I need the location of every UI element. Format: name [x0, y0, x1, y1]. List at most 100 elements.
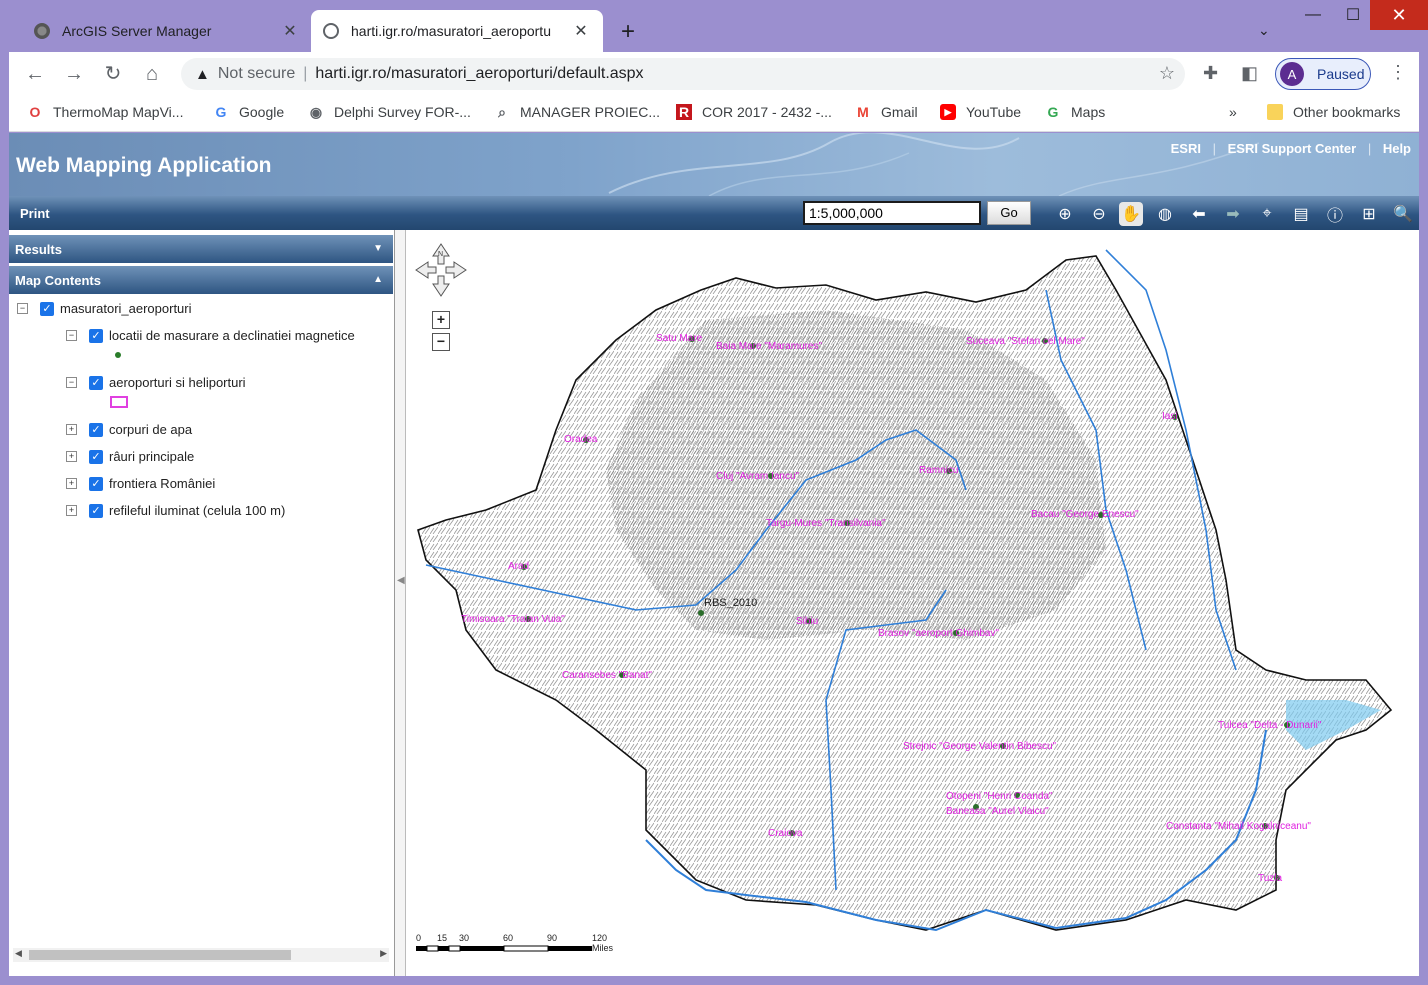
profile-button[interactable]: A Paused	[1275, 58, 1371, 90]
chevron-down-icon[interactable]: ▼	[373, 243, 383, 254]
scale-bar-graphic	[416, 945, 592, 952]
pan-hand-icon[interactable]: ✋	[1119, 202, 1143, 226]
menu-icon[interactable]: ⋮	[1389, 62, 1407, 83]
zoom-out-icon[interactable]: ⊖	[1087, 202, 1111, 226]
close-tab-icon[interactable]: ✕	[569, 21, 593, 41]
zoom-in-icon[interactable]: ⊕	[1053, 202, 1077, 226]
pan-control[interactable]: N	[414, 242, 468, 298]
bookmark-delphi[interactable]: ◉ Delphi Survey FOR-...	[308, 104, 471, 120]
help-link[interactable]: Help	[1383, 141, 1411, 156]
xy-locate-icon[interactable]: ⌖	[1255, 202, 1279, 226]
profile-status: Paused	[1317, 66, 1365, 82]
back-button[interactable]: ←	[23, 62, 47, 86]
globe-icon: ◉	[309, 104, 323, 120]
map-label: Tuzla	[1258, 873, 1283, 884]
toc-root: − ✓ masuratori_aeroporturi	[17, 301, 192, 316]
collapse-icon[interactable]: −	[66, 330, 77, 341]
star-icon[interactable]: ☆	[1159, 63, 1175, 84]
cor-icon: R	[676, 104, 692, 120]
url-text[interactable]: harti.igr.ro/masuratori_aeroporturi/defa…	[315, 65, 643, 83]
other-bookmarks[interactable]: Other bookmarks	[1267, 104, 1400, 120]
checkbox-checked-icon[interactable]: ✓	[89, 476, 103, 491]
esri-link[interactable]: ESRI	[1171, 141, 1201, 156]
map-label: Strejnic "George Valentin Bibescu"	[903, 741, 1057, 752]
folder-icon	[1267, 104, 1283, 120]
checkbox-checked-icon[interactable]: ✓	[89, 328, 103, 343]
go-button[interactable]: Go	[987, 201, 1031, 225]
next-extent-icon[interactable]: ➡	[1221, 202, 1245, 226]
chevron-up-icon[interactable]: ▲	[373, 274, 383, 285]
gmail-icon: M	[857, 104, 869, 120]
toc-layer: + ✓ frontiera României	[66, 476, 215, 491]
scroll-left-icon[interactable]: ◀	[15, 948, 22, 959]
bookmark-maps[interactable]: G Maps	[1045, 104, 1106, 120]
bookmarks-overflow[interactable]: »	[1229, 104, 1237, 120]
expand-icon[interactable]: +	[66, 451, 77, 462]
scale-labels: 0 15 30 60 90 120 Miles	[416, 933, 613, 953]
map-toolbar: Print Go ⊕ ⊖ ✋ ◍ ⬅ ➡ ⌖ ▤ ⓘ ⊞ 🔍	[9, 196, 1419, 230]
bookmark-manager[interactable]: ⌕ MANAGER PROIEC...	[494, 104, 660, 120]
map-print-icon[interactable]: ▤	[1289, 202, 1313, 226]
divider: |	[1212, 141, 1216, 156]
identify-icon[interactable]: ⓘ	[1323, 202, 1347, 226]
new-tab-button[interactable]: +	[616, 18, 640, 46]
home-button[interactable]: ⌂	[140, 62, 164, 86]
tab-search-icon[interactable]: ⌄	[1258, 22, 1270, 39]
scale-tick-label: 0	[416, 933, 422, 943]
bookmark-gmail[interactable]: M Gmail	[855, 104, 918, 120]
close-tab-icon[interactable]: ✕	[278, 21, 302, 41]
horizontal-scrollbar[interactable]: ◀ ▶	[13, 948, 389, 962]
scale-bar: 0 15 30 60 90 120 Miles	[416, 933, 613, 955]
bookmark-youtube[interactable]: ▶ YouTube	[940, 104, 1021, 120]
tab-harti-igr[interactable]: harti.igr.ro/masuratori_aeroportu ✕	[311, 10, 603, 52]
esri-support-link[interactable]: ESRI Support Center	[1228, 141, 1357, 156]
tab-arcgis-server-manager[interactable]: ArcGIS Server Manager ✕	[22, 10, 312, 52]
checkbox-checked-icon[interactable]: ✓	[89, 422, 103, 437]
scale-input[interactable]	[803, 201, 981, 225]
scroll-thumb[interactable]	[29, 950, 291, 960]
results-panel-header[interactable]: Results ▼	[9, 235, 393, 263]
collapse-icon[interactable]: −	[66, 377, 77, 388]
map-label: Brasov "aeroport Ghimbav"	[878, 628, 1000, 639]
bookmark-label: COR 2017 - 2432 -...	[702, 104, 832, 120]
bookmark-cor[interactable]: R COR 2017 - 2432 -...	[676, 104, 832, 120]
globe-icon	[34, 23, 50, 39]
map-zoom-out-button[interactable]: −	[432, 333, 450, 351]
reload-button[interactable]: ↻	[101, 62, 125, 86]
print-button[interactable]: Print	[20, 206, 50, 221]
checkbox-checked-icon[interactable]: ✓	[89, 449, 103, 464]
browser-toolbar: ← → ↻ ⌂ ▲ Not secure | harti.igr.ro/masu…	[9, 52, 1419, 96]
collapse-panel-icon[interactable]: ◀	[397, 575, 405, 586]
expand-icon[interactable]: +	[66, 424, 77, 435]
checkbox-checked-icon[interactable]: ✓	[89, 503, 103, 518]
web-mapping-app: Web Mapping Application ESRI | ESRI Supp…	[9, 133, 1419, 976]
checkbox-checked-icon[interactable]: ✓	[89, 375, 103, 390]
measure-icon[interactable]: ⊞	[1357, 202, 1381, 226]
map-contents-panel-header[interactable]: Map Contents ▲	[9, 266, 393, 294]
bookmark-label: Gmail	[881, 104, 918, 120]
bookmark-thermomap[interactable]: O ThermoMap MapVi...	[27, 104, 184, 120]
previous-extent-icon[interactable]: ⬅	[1187, 202, 1211, 226]
extensions-icon[interactable]: ✚	[1203, 63, 1218, 84]
bookmark-google[interactable]: G Google	[213, 104, 285, 120]
panel-splitter[interactable]: ◀	[395, 230, 406, 976]
security-status[interactable]: Not secure	[218, 65, 295, 83]
station-label: RBS_2010	[704, 597, 758, 609]
collapse-icon[interactable]: −	[17, 303, 28, 314]
expand-icon[interactable]: +	[66, 505, 77, 516]
map-point[interactable]	[698, 610, 704, 616]
address-bar[interactable]: ▲ Not secure | harti.igr.ro/masuratori_a…	[181, 58, 1185, 90]
expand-icon[interactable]: +	[66, 478, 77, 489]
search-icon[interactable]: 🔍	[1391, 202, 1415, 226]
results-title: Results	[15, 242, 62, 257]
side-panel-icon[interactable]: ◧	[1241, 63, 1258, 84]
search-icon: ⌕	[498, 104, 506, 120]
close-window-button[interactable]: ✕	[1370, 0, 1428, 30]
pan-arrows-icon[interactable]: N	[414, 242, 468, 298]
forward-button[interactable]: →	[62, 62, 86, 86]
map-view[interactable]: N + − Satu Mare Baia Mare "Maramures" Su…	[406, 230, 1419, 976]
map-zoom-in-button[interactable]: +	[432, 311, 450, 329]
checkbox-checked-icon[interactable]: ✓	[40, 301, 54, 316]
scroll-right-icon[interactable]: ▶	[380, 948, 387, 959]
full-extent-globe-icon[interactable]: ◍	[1153, 202, 1177, 226]
